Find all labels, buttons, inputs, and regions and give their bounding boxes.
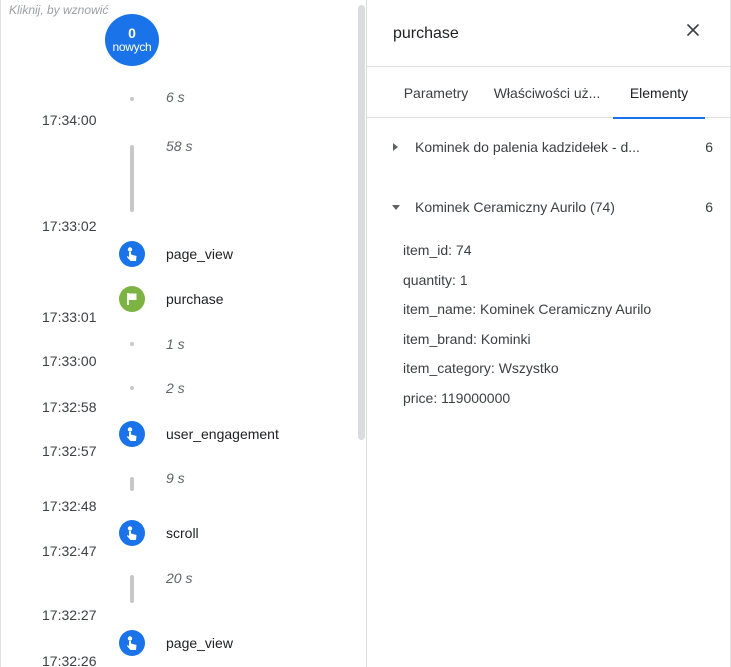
- caret-right-icon: [391, 135, 415, 159]
- timestamp: 17:32:26: [42, 653, 97, 667]
- timeline-line: [130, 575, 134, 603]
- timestamp: 17:32:47: [42, 543, 97, 559]
- time-gap: 58 s: [166, 138, 193, 154]
- param-item-category: item_category: Wszystko: [403, 360, 559, 377]
- tab-parametry[interactable]: Parametry: [381, 67, 491, 118]
- item-count: 6: [705, 139, 713, 155]
- param-item-name: item_name: Kominek Ceramiczny Aurilo: [403, 301, 652, 318]
- touch-icon[interactable]: [119, 520, 145, 546]
- timestamp: 17:33:00: [42, 353, 97, 369]
- item-row-collapsed[interactable]: Kominek do palenia kadzidełek - d... 6: [391, 135, 713, 159]
- time-gap: 1 s: [166, 336, 185, 352]
- item-row-expanded[interactable]: Kominek Ceramiczny Aurilo (74) 6: [391, 195, 713, 219]
- timestamp: 17:34:00: [42, 112, 97, 128]
- panel-title: purchase: [393, 25, 459, 42]
- new-events-count: 0: [128, 25, 136, 41]
- param-item-brand: item_brand: Kominki: [403, 330, 531, 347]
- timestamp: 17:33:01: [42, 309, 97, 325]
- new-events-badge[interactable]: 0 nowych: [105, 14, 159, 66]
- panel-header: purchase: [367, 0, 730, 66]
- close-button[interactable]: [681, 18, 705, 42]
- timeline-dot: [130, 386, 134, 390]
- flag-icon[interactable]: [119, 286, 145, 312]
- item-title: Kominek do palenia kadzidełek - d...: [415, 139, 640, 155]
- time-gap: 9 s: [166, 470, 185, 486]
- caret-down-icon: [391, 195, 415, 219]
- timestamp: 17:33:02: [42, 218, 97, 234]
- timestamp: 17:32:48: [42, 498, 97, 514]
- tab-elementy[interactable]: Elementy: [613, 67, 705, 119]
- timestamp: 17:32:58: [42, 399, 97, 415]
- timestamp: 17:32:27: [42, 607, 97, 623]
- event-name[interactable]: purchase: [166, 291, 224, 307]
- resume-hint[interactable]: Kliknij, by wznowić: [9, 3, 108, 17]
- time-gap: 2 s: [166, 380, 185, 396]
- timeline-dot: [130, 342, 134, 346]
- event-details-panel: purchase Parametry Właściwości uż... Ele…: [366, 0, 731, 667]
- event-name[interactable]: user_engagement: [166, 426, 279, 442]
- param-item-id: item_id: 74: [403, 242, 472, 258]
- touch-icon[interactable]: [119, 421, 145, 447]
- timestamp: 17:32:57: [42, 443, 97, 459]
- close-icon: [687, 24, 699, 36]
- item-parameters: item_id: 74 quantity: 1 item_name: Komin…: [403, 240, 651, 418]
- new-events-label: nowych: [112, 40, 152, 54]
- event-name[interactable]: page_view: [166, 635, 233, 651]
- timeline-scrollbar[interactable]: [358, 5, 365, 440]
- item-count: 6: [705, 199, 713, 215]
- timeline-dot: [130, 97, 134, 101]
- tab-bar: Parametry Właściwości uż... Elementy: [367, 66, 730, 119]
- touch-icon[interactable]: [119, 630, 145, 656]
- time-gap: 20 s: [166, 570, 193, 586]
- timeline-line: [130, 145, 134, 212]
- item-title: Kominek Ceramiczny Aurilo (74): [415, 199, 615, 215]
- timeline-line: [130, 477, 134, 491]
- event-name[interactable]: scroll: [166, 525, 199, 541]
- event-name[interactable]: page_view: [166, 246, 233, 262]
- param-quantity: quantity: 1: [403, 271, 468, 288]
- time-gap: 6 s: [166, 89, 185, 105]
- touch-icon[interactable]: [119, 241, 145, 267]
- tab-wlasciwosci-uzytkownika[interactable]: Właściwości uż...: [485, 67, 609, 118]
- param-price: price: 119000000: [403, 389, 511, 406]
- event-timeline: Kliknij, by wznowić 0 nowych 17:34:00 17…: [0, 0, 366, 667]
